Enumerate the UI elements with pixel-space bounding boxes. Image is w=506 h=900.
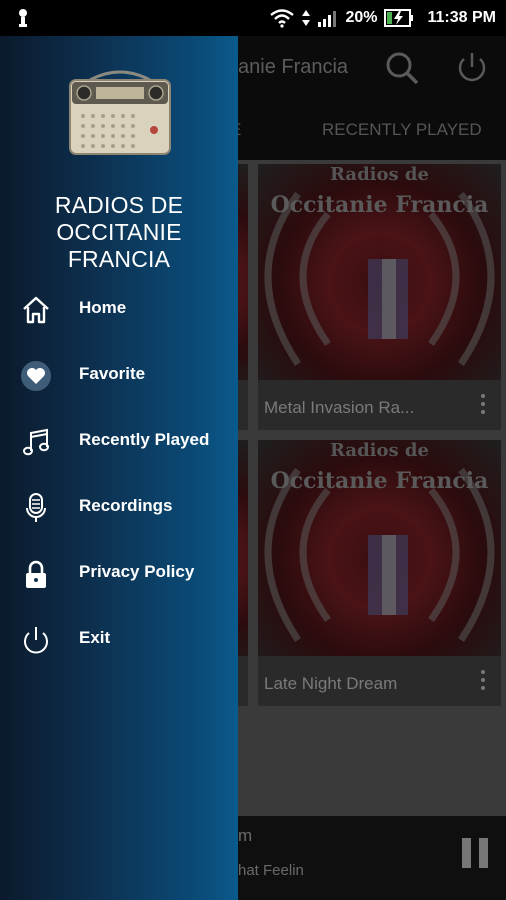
app-name-line: FRANCIA: [67, 246, 171, 272]
drawer-item-privacy-policy[interactable]: Privacy Policy: [0, 548, 238, 600]
drawer-item-recently-played[interactable]: Recently Played: [0, 416, 238, 468]
drawer-item-label: Favorite: [79, 364, 146, 383]
battery-percent: 20%: [345, 9, 378, 26]
drawer-item-label: Recordings: [79, 496, 173, 515]
player-title: m: [238, 826, 253, 845]
lock-icon: [20, 558, 52, 590]
radio-logo-icon: [68, 66, 172, 161]
tab-recently-played[interactable]: RECENTLY PLAYED: [322, 120, 482, 140]
drawer-item-home[interactable]: Home: [0, 284, 238, 336]
station-card[interactable]: Radios de Occitanie Francia Late Night D…: [258, 440, 501, 706]
drawer-item-favorite[interactable]: Favorite: [0, 350, 238, 402]
wifi-icon: [269, 8, 295, 28]
art-title-line1: Radios de: [330, 164, 429, 185]
navigation-drawer: RADIOS DE OCCITANIE FRANCIA Home Favorit…: [0, 36, 238, 900]
clock: 11:38 PM: [427, 9, 496, 26]
more-vert-icon[interactable]: [481, 394, 485, 418]
drawer-item-label: Privacy Policy: [79, 562, 195, 581]
drawer-app-name: RADIOS DE OCCITANIE FRANCIA: [0, 192, 238, 273]
battery-charging-icon: [383, 8, 414, 28]
pause-icon[interactable]: [462, 838, 490, 868]
app-name-line: RADIOS DE: [54, 192, 184, 218]
more-vert-icon[interactable]: [481, 670, 485, 694]
art-title-line2: Occitanie Francia: [270, 192, 489, 218]
player-caption: hat Feelin: [238, 862, 304, 879]
art-title-line1: Radios de: [330, 440, 429, 461]
drawer-item-label: Exit: [79, 628, 111, 647]
drawer-item-label: Recently Played: [79, 430, 210, 449]
app-name-line: OCCITANIE: [56, 219, 182, 245]
power-icon[interactable]: [454, 50, 490, 91]
data-transfer-icon: [301, 8, 311, 28]
station-art: Radios de Occitanie Francia: [258, 164, 501, 380]
status-bar: 20% 11:38 PM: [0, 0, 506, 36]
power-icon: [20, 624, 52, 656]
microphone-icon: [20, 492, 52, 524]
toolbar-title: anie Francia: [238, 56, 349, 78]
drawer-item-label: Home: [79, 298, 127, 317]
home-icon: [20, 294, 52, 326]
cell-signal-icon: [317, 8, 339, 28]
station-name: Late Night Dream: [264, 674, 398, 693]
heart-icon: [20, 360, 52, 392]
station-name: Metal Invasion Ra...: [264, 398, 415, 417]
art-title-line2: Occitanie Francia: [270, 468, 489, 494]
drawer-item-exit[interactable]: Exit: [0, 614, 238, 666]
music-note-icon: [20, 426, 52, 458]
notification-icon: [16, 8, 30, 33]
station-art: Radios de Occitanie Francia: [258, 440, 501, 656]
search-icon[interactable]: [384, 50, 420, 91]
drawer-item-recordings[interactable]: Recordings: [0, 482, 238, 534]
station-card[interactable]: Radios de Occitanie Francia Metal Invasi…: [258, 164, 501, 430]
